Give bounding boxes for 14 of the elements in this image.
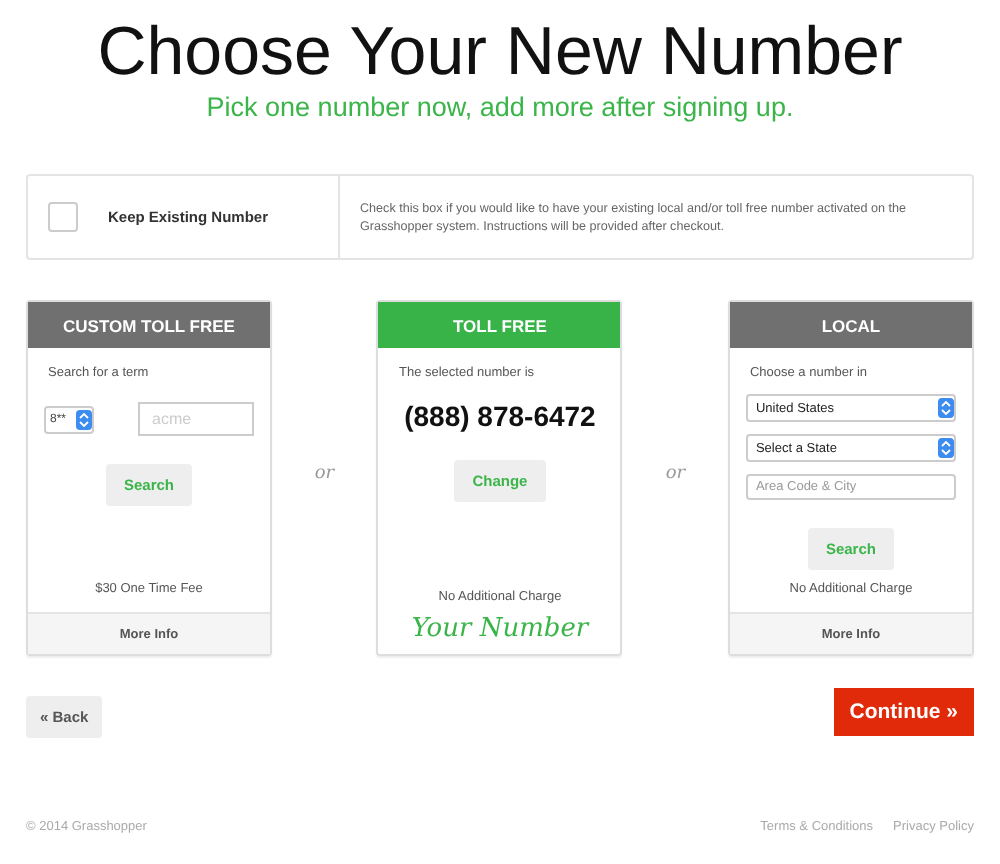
- select-arrow-icon: [937, 398, 954, 418]
- signature-text: Your Number: [411, 614, 589, 644]
- phone-number: (888) 878-6472: [404, 400, 596, 432]
- continue-button[interactable]: Continue »: [833, 688, 974, 736]
- card-header[interactable]: TOLL FREE: [378, 302, 621, 348]
- or-separator: or: [314, 464, 335, 484]
- checkbox[interactable]: [48, 202, 78, 232]
- card-header[interactable]: LOCAL: [729, 302, 972, 348]
- page-title: Choose Your New Number: [95, 12, 905, 92]
- page-subtitle: Pick one number now, add more after signing up.: [204, 92, 796, 124]
- select-arrow-icon: [937, 438, 954, 458]
- or-separator: or: [665, 464, 686, 484]
- select-arrow-icon: [76, 409, 93, 429]
- card-header[interactable]: CUSTOM TOLL FREE: [28, 302, 270, 348]
